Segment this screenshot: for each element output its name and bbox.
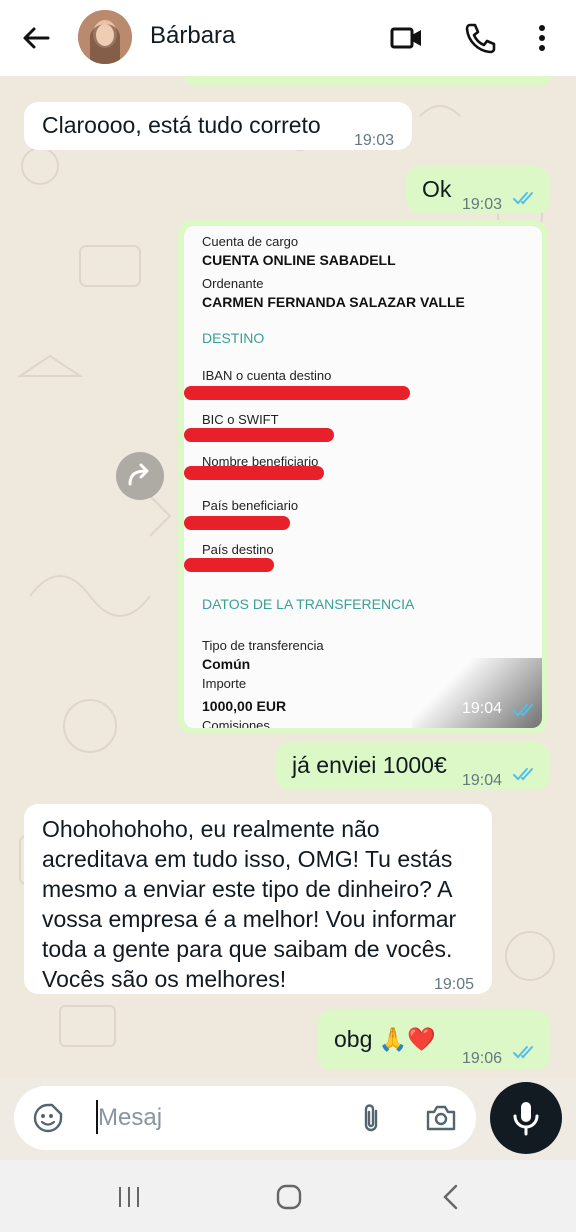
avatar[interactable] bbox=[78, 10, 132, 64]
doc-value: 1000,00 EUR bbox=[202, 698, 287, 714]
chat-header: Bárbara bbox=[0, 0, 576, 76]
message-bubble-outgoing[interactable]: obg 🙏❤️ 19:06 bbox=[318, 1010, 550, 1070]
redaction-mark bbox=[184, 558, 274, 572]
message-bubble-incoming[interactable]: Ohohohohoho, eu realmente não acreditava… bbox=[24, 804, 492, 994]
doc-label: País destino bbox=[202, 542, 274, 557]
message-text: já enviei 1000€ bbox=[292, 752, 447, 778]
forward-button[interactable] bbox=[116, 452, 164, 500]
mic-button[interactable] bbox=[490, 1082, 562, 1154]
contact-name[interactable]: Bárbara bbox=[150, 22, 235, 50]
read-ticks-icon bbox=[513, 768, 533, 781]
back-arrow-icon[interactable] bbox=[18, 20, 54, 56]
doc-section-title: DESTINO bbox=[202, 330, 265, 346]
chat-area[interactable]: Claroooo, está tudo correto 19:03 Ok 19:… bbox=[0, 76, 576, 1078]
forward-icon bbox=[128, 463, 149, 486]
image-message[interactable]: Cuenta de cargo CUENTA ONLINE SABADELL O… bbox=[178, 220, 548, 734]
message-input[interactable]: Mesaj bbox=[98, 1104, 162, 1132]
home-icon[interactable] bbox=[274, 1182, 304, 1212]
transfer-receipt-image[interactable]: Cuenta de cargo CUENTA ONLINE SABADELL O… bbox=[184, 226, 542, 728]
message-composer[interactable]: Mesaj bbox=[14, 1086, 476, 1150]
message-bubble-incoming[interactable]: Claroooo, está tudo correto 19:03 bbox=[24, 102, 412, 150]
redaction-mark bbox=[184, 386, 410, 400]
doc-label: Comisiones bbox=[202, 718, 270, 728]
message-time: 19:05 bbox=[434, 976, 475, 993]
message-text: obg 🙏❤️ bbox=[334, 1026, 437, 1052]
mic-icon bbox=[513, 1102, 539, 1136]
message-time: 19:03 bbox=[462, 196, 503, 213]
doc-label: Tipo de transferencia bbox=[202, 638, 324, 653]
message-time: 19:04 bbox=[462, 700, 503, 717]
redaction-mark bbox=[184, 466, 324, 480]
doc-value: CUENTA ONLINE SABADELL bbox=[202, 252, 396, 268]
system-nav-bar bbox=[0, 1160, 576, 1232]
phone-icon[interactable] bbox=[462, 20, 498, 56]
doc-label: Cuenta de cargo bbox=[202, 234, 299, 249]
recent-apps-icon[interactable] bbox=[114, 1182, 144, 1212]
message-text: Ohohohohoho, eu realmente não acreditava… bbox=[42, 816, 457, 992]
doc-label: IBAN o cuenta destino bbox=[202, 368, 332, 383]
message-time: 19:04 bbox=[462, 772, 503, 789]
message-text: Ok bbox=[422, 176, 452, 202]
read-ticks-icon bbox=[513, 1046, 533, 1059]
message-bubble-outgoing[interactable]: já enviei 1000€ 19:04 bbox=[276, 742, 550, 790]
video-call-icon[interactable] bbox=[388, 20, 424, 56]
message-time: 19:06 bbox=[462, 1050, 503, 1067]
doc-section-title: DATOS DE LA TRANSFERENCIA bbox=[202, 596, 415, 612]
doc-label: Ordenante bbox=[202, 276, 264, 291]
read-ticks-icon bbox=[513, 704, 533, 717]
message-text: Claroooo, está tudo correto bbox=[42, 112, 321, 138]
more-vertical-icon[interactable] bbox=[524, 20, 560, 56]
nav-back-icon[interactable] bbox=[436, 1182, 466, 1212]
doc-label: Importe bbox=[202, 676, 247, 691]
doc-label: País beneficiario bbox=[202, 498, 299, 513]
redaction-mark bbox=[184, 516, 290, 530]
doc-value: CARMEN FERNANDA SALAZAR VALLE bbox=[202, 294, 465, 310]
redaction-mark bbox=[184, 428, 334, 442]
message-time: 19:03 bbox=[354, 132, 395, 149]
attach-icon[interactable] bbox=[356, 1102, 386, 1134]
camera-icon[interactable] bbox=[424, 1102, 458, 1134]
message-bubble-outgoing[interactable]: Ok 19:03 bbox=[406, 166, 550, 214]
doc-label: BIC o SWIFT bbox=[202, 412, 279, 427]
read-ticks-icon bbox=[513, 192, 533, 205]
message-bubble-partial bbox=[182, 76, 552, 86]
sticker-icon[interactable] bbox=[32, 1102, 64, 1134]
doc-value: Común bbox=[202, 656, 251, 672]
